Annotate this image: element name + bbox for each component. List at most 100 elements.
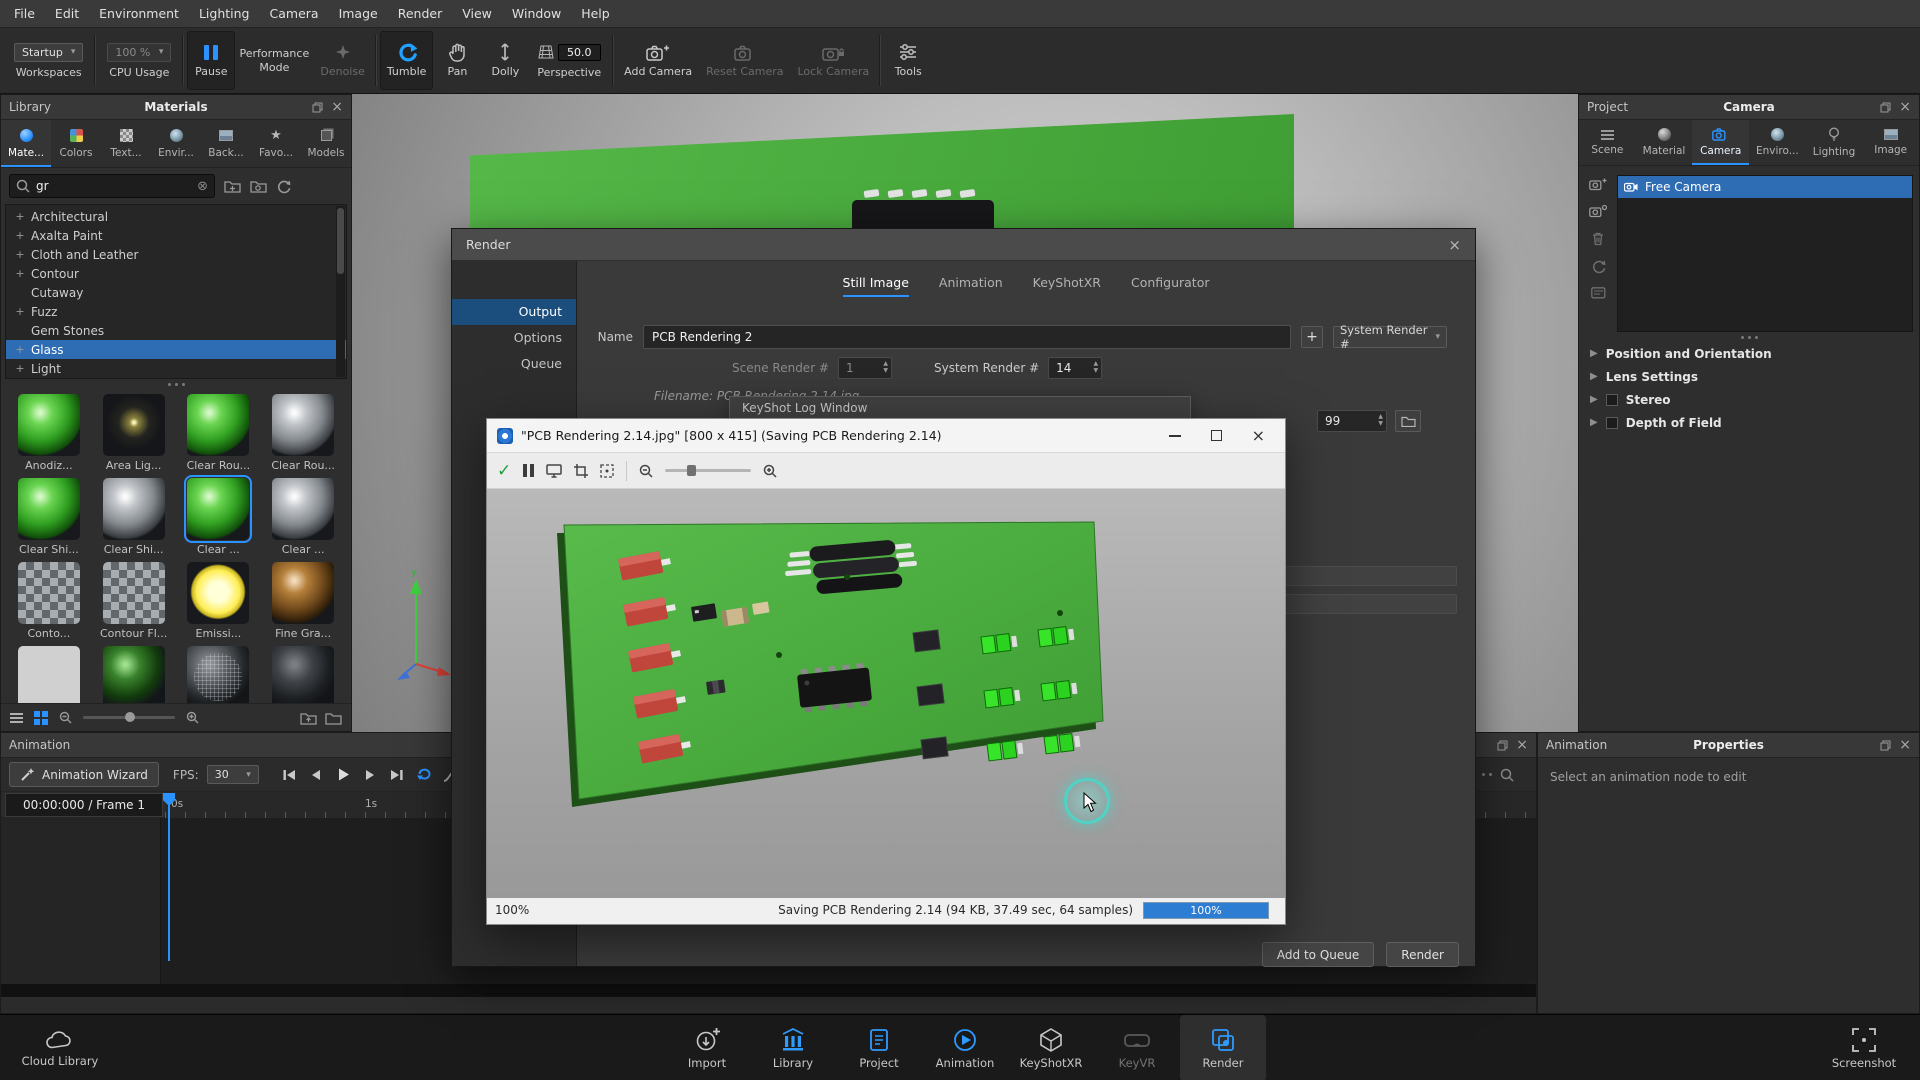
menu-item[interactable]: Image [329, 1, 388, 26]
project-tab-lighting[interactable]: Lighting [1806, 120, 1863, 165]
material-thumbnail[interactable]: Contour Fl... [94, 562, 174, 641]
library-tree-item[interactable]: + Light [6, 359, 346, 378]
dock-item-project[interactable]: Project [836, 1015, 922, 1080]
minimize-icon[interactable] [1169, 435, 1181, 437]
tree-expander[interactable]: + [15, 343, 25, 356]
add-camera-icon[interactable] [1589, 177, 1607, 191]
progress-window-titlebar[interactable]: "PCB Rendering 2.14.jpg" [800 x 415] (Sa… [487, 419, 1285, 453]
render-sidebar-item[interactable]: Queue [452, 351, 576, 377]
grid-view-icon[interactable] [34, 711, 48, 725]
playhead[interactable] [168, 793, 170, 961]
tree-expander[interactable]: + [15, 229, 25, 242]
dock-item-cloud-library[interactable]: Cloud Library [8, 1015, 112, 1080]
library-tab-backplates[interactable]: Back... [201, 120, 251, 167]
material-thumbnail[interactable]: Clear ... [179, 478, 259, 557]
material-thumbnail[interactable]: Clear Rou... [179, 394, 259, 473]
render-type-tab[interactable]: Still Image [843, 275, 909, 297]
tree-scrollbar[interactable] [336, 206, 345, 377]
render-type-tab[interactable]: KeyShotXR [1033, 275, 1101, 297]
zoom-slider[interactable] [665, 469, 751, 472]
add-camera-button[interactable]: Add Camera [617, 31, 699, 90]
menu-item[interactable]: Render [388, 1, 453, 26]
zoom-out-icon[interactable] [59, 711, 72, 724]
material-thumbnail[interactable]: Clear ... [263, 478, 343, 557]
refresh-icon[interactable] [1591, 259, 1606, 274]
zoom-in-icon[interactable] [763, 464, 777, 478]
close-icon[interactable]: × [1516, 738, 1528, 752]
library-tab-materials[interactable]: Mate... [1, 120, 51, 167]
material-thumbnail[interactable]: Anodiz... [9, 394, 89, 473]
render-sidebar-item[interactable]: Output [452, 299, 576, 325]
performance-mode-button[interactable]: Performance Mode [235, 31, 313, 90]
skip-to-end-button[interactable] [385, 764, 409, 786]
camera-settings-icon[interactable] [1589, 204, 1607, 218]
dock-item-library[interactable]: Library [750, 1015, 836, 1080]
menu-item[interactable]: Window [502, 1, 571, 26]
library-tree-item[interactable]: + Contour [6, 264, 346, 283]
material-thumbnail[interactable] [263, 646, 343, 705]
trash-icon[interactable] [1591, 231, 1605, 246]
menu-item[interactable]: Camera [260, 1, 329, 26]
perspective-control[interactable]: 50.0 Perspective [529, 31, 609, 90]
step-back-button[interactable] [304, 764, 328, 786]
project-tab-camera[interactable]: Camera [1692, 120, 1749, 165]
folder-up-icon[interactable] [300, 711, 317, 725]
material-thumbnail[interactable]: Conto... [9, 562, 89, 641]
folder-search-icon[interactable] [250, 179, 267, 193]
zoom-level[interactable]: 100% [495, 903, 529, 917]
float-panel-icon[interactable] [312, 102, 323, 113]
focal-length-field[interactable]: 50.0 [558, 44, 601, 61]
render-button[interactable]: Render [1386, 942, 1459, 967]
tree-expander[interactable]: + [15, 305, 25, 318]
skip-to-start-button[interactable] [277, 764, 301, 786]
material-thumbnail[interactable]: Area Lig... [94, 394, 174, 473]
dock-item-render[interactable]: Render [1180, 1015, 1266, 1080]
library-tab-models[interactable]: Models [301, 120, 351, 167]
material-thumbnail[interactable] [179, 646, 259, 705]
material-thumbnail[interactable]: Emissi... [179, 562, 259, 641]
render-type-tab[interactable]: Configurator [1131, 275, 1210, 297]
folder-add-icon[interactable] [224, 179, 241, 193]
library-tab-environments[interactable]: Envir... [151, 120, 201, 167]
section-lens-settings[interactable]: ▶ Lens Settings [1579, 365, 1919, 388]
dolly-button[interactable]: Dolly [481, 31, 529, 90]
dock-item-keyshotxr[interactable]: KeyShotXR [1008, 1015, 1094, 1080]
tools-button[interactable]: Tools [884, 31, 932, 90]
library-tree-item[interactable]: Cutaway [6, 283, 346, 302]
menu-item[interactable]: View [452, 1, 502, 26]
material-thumbnail[interactable]: Clear Shi... [94, 478, 174, 557]
close-icon[interactable]: × [331, 100, 343, 114]
timeline-scroll-strip[interactable] [1, 984, 1536, 997]
tumble-button[interactable]: Tumble [380, 31, 434, 90]
close-icon[interactable]: × [1899, 738, 1911, 752]
menu-item[interactable]: Help [571, 1, 620, 26]
crop-icon[interactable] [574, 464, 588, 478]
card-icon[interactable] [1591, 287, 1606, 299]
dock-item-screenshot[interactable]: Screenshot [1816, 1015, 1912, 1080]
dock-item-keyvr[interactable]: KeyVR [1094, 1015, 1180, 1080]
library-tree-item[interactable]: + Fuzz [6, 302, 346, 321]
animation-wizard-button[interactable]: Animation Wizard [9, 762, 159, 787]
close-icon[interactable]: × [1448, 236, 1461, 254]
fit-region-icon[interactable] [600, 464, 614, 478]
pause-render-icon[interactable] [523, 464, 534, 477]
library-tab-colors[interactable]: Colors [51, 120, 101, 167]
float-panel-icon[interactable] [1497, 740, 1508, 751]
browse-folder-button[interactable] [1395, 410, 1421, 432]
cpu-usage-selector[interactable]: 100 %▾ CPU Usage [99, 31, 179, 90]
dock-item-import[interactable]: Import [664, 1015, 750, 1080]
tree-expander[interactable]: + [15, 210, 25, 223]
quality-spinner[interactable]: 99▲▼ [1317, 410, 1387, 432]
workspace-selector[interactable]: Startup▾ Workspaces [6, 31, 91, 90]
add-to-queue-button[interactable]: Add to Queue [1262, 942, 1374, 967]
library-tab-favorites[interactable]: ★Favo... [251, 120, 301, 167]
denoise-button[interactable]: Denoise [313, 31, 372, 90]
menu-item[interactable]: Lighting [189, 1, 260, 26]
list-view-icon[interactable] [10, 713, 23, 723]
section-depth-of-field[interactable]: ▶ Depth of Field [1579, 411, 1919, 434]
accept-check-icon[interactable]: ✓ [497, 461, 511, 481]
library-tree-item[interactable]: + Architectural [6, 207, 346, 226]
float-panel-icon[interactable] [1880, 102, 1891, 113]
section-stereo[interactable]: ▶ Stereo [1579, 388, 1919, 411]
tree-expander[interactable]: + [15, 248, 25, 261]
